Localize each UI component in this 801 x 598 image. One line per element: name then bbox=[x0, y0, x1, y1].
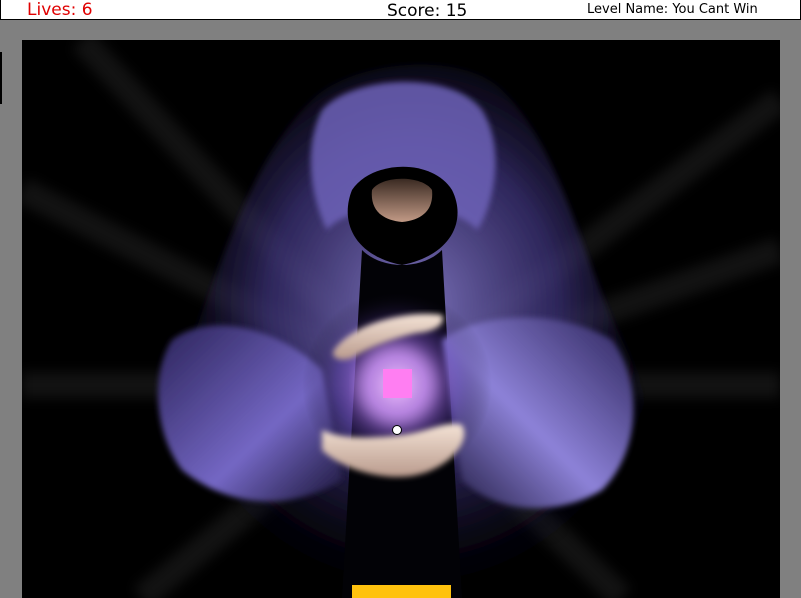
paddle[interactable] bbox=[352, 585, 451, 598]
level-name-label: Level Name: You Cant Win bbox=[587, 2, 758, 17]
score-counter: Score: 15 bbox=[387, 1, 468, 21]
lives-counter: Lives: 6 bbox=[27, 0, 93, 20]
game-window: Lives: 6 Score: 15 Level Name: You Cant … bbox=[0, 0, 801, 598]
frame-edge-mark bbox=[0, 52, 2, 104]
wizard-background-art bbox=[22, 40, 780, 598]
glowing-brick bbox=[383, 369, 412, 398]
ball bbox=[392, 425, 402, 435]
hud-bar: Lives: 6 Score: 15 Level Name: You Cant … bbox=[0, 0, 801, 21]
playfield[interactable] bbox=[22, 40, 780, 598]
